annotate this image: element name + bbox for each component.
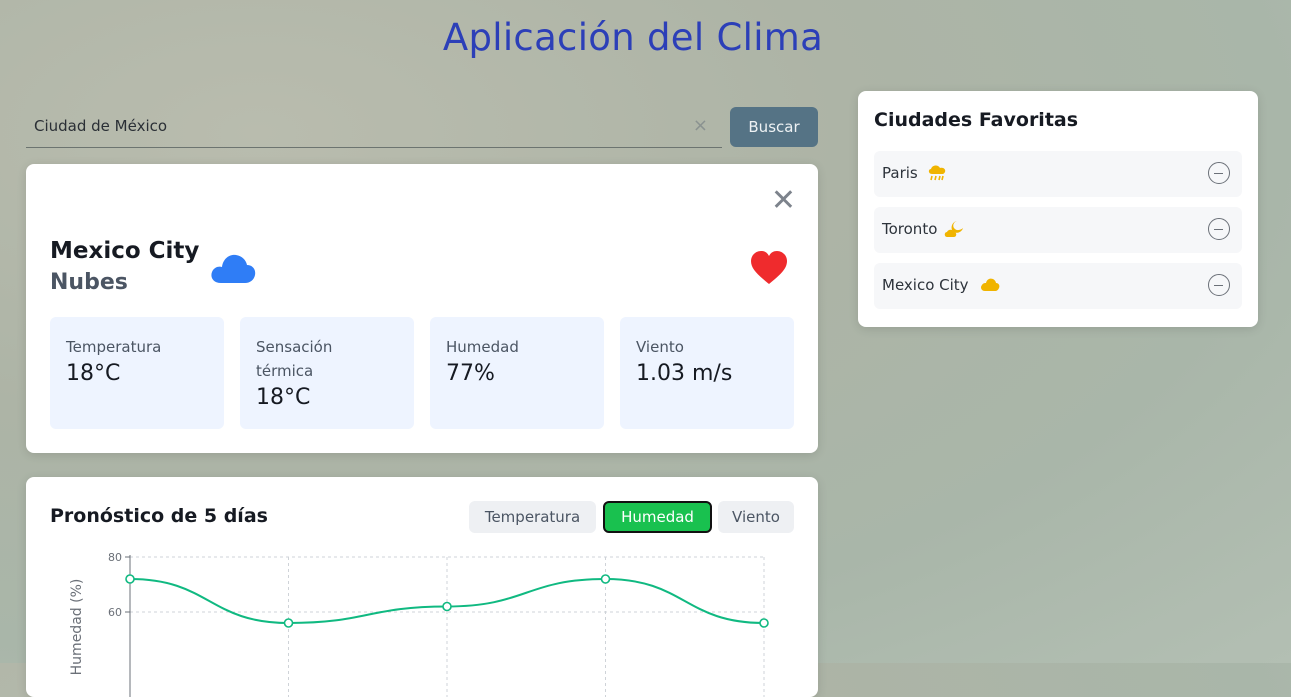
rain-cloud-icon: [928, 165, 946, 181]
app-title: Aplicación del Clima: [442, 16, 824, 59]
favorite-name: Paris: [882, 164, 918, 182]
cloud-icon: [211, 254, 256, 283]
stat-wind: Viento 1.03 m/s: [620, 317, 794, 429]
favorite-name: Toronto: [882, 220, 938, 238]
data-point: [600, 574, 611, 584]
y-axis-label: Humedad (%): [69, 579, 85, 676]
data-point: [442, 601, 452, 612]
stat-feels-like: Sensación térmica 18°C: [240, 317, 414, 429]
stat-temperature: Temperatura 18°C: [50, 317, 224, 429]
favorites-card: Ciudades Favoritas Paris Toronto Mexico …: [858, 91, 1258, 327]
weather-condition: Nubes: [50, 270, 128, 295]
heart-icon[interactable]: [750, 250, 788, 286]
forecast-card: Pronóstico de 5 días Temperatura Humedad…: [26, 477, 818, 697]
stat-label: Humedad: [446, 338, 519, 356]
stat-value: 18°C: [256, 385, 311, 410]
favorites-title: Ciudades Favoritas: [874, 109, 1079, 131]
favorite-name: Mexico City: [882, 276, 969, 294]
favorite-item-mexico-city[interactable]: Mexico City: [874, 263, 1242, 309]
stat-label: Viento: [636, 338, 684, 356]
stat-value: 1.03 m/s: [636, 361, 733, 386]
stat-value: 18°C: [66, 361, 121, 386]
search-input[interactable]: [26, 105, 692, 147]
favorite-item-toronto[interactable]: Toronto: [874, 207, 1242, 253]
current-weather-card: ✕ Mexico City Nubes Temperatura 18°C Sen…: [26, 164, 818, 453]
cloud-icon: [981, 278, 1000, 291]
stat-label: Sensación térmica: [256, 338, 333, 380]
close-icon[interactable]: ✕: [771, 186, 796, 216]
search-bar: ×: [26, 105, 722, 148]
data-point: [283, 618, 294, 628]
humidity-chart: 80 60 Humedad (%): [69, 551, 769, 697]
stat-value: 77%: [446, 361, 495, 386]
remove-icon[interactable]: [1208, 162, 1230, 184]
clear-icon[interactable]: ×: [693, 115, 708, 136]
moon-cloud-icon: [944, 221, 963, 237]
y-tick-label: 60: [108, 606, 122, 619]
search-button[interactable]: Buscar: [730, 107, 818, 147]
data-point: [759, 618, 769, 628]
stat-humidity: Humedad 77%: [430, 317, 604, 429]
stat-label: Temperatura: [66, 338, 162, 356]
remove-icon[interactable]: [1208, 218, 1230, 240]
data-point: [125, 574, 135, 584]
favorite-item-paris[interactable]: Paris: [874, 151, 1242, 197]
remove-icon[interactable]: [1208, 274, 1230, 296]
y-tick-label: 80: [108, 551, 122, 564]
city-name: Mexico City: [50, 238, 200, 264]
